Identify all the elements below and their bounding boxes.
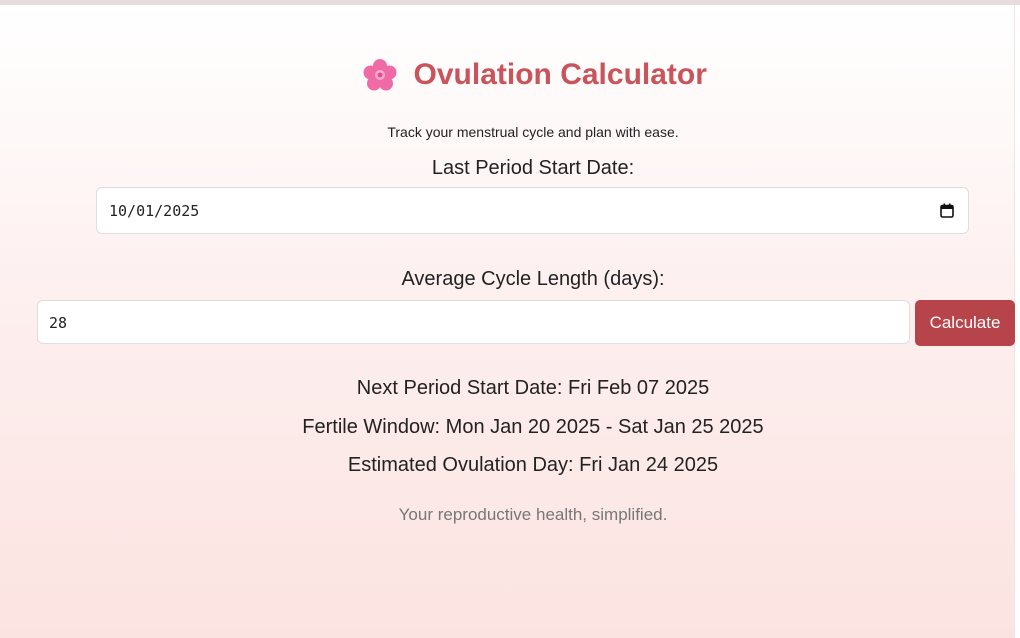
calendar-icon[interactable] [940, 203, 954, 218]
last-period-date-input[interactable]: 10/01/2025 [96, 187, 969, 234]
cycle-input-value: 28 [49, 314, 68, 332]
date-input-value: 10/01/2025 [109, 202, 200, 220]
page-title: Ovulation Calculator [413, 58, 707, 91]
cherry-blossom-icon [363, 59, 397, 91]
cycle-length-label: Average Cycle Length (days): [401, 268, 665, 290]
ovulation-day-result: Estimated Ovulation Day: Fri Jan 24 2025 [347, 454, 719, 476]
page-subtitle: Track your menstrual cycle and plan with… [387, 124, 679, 140]
footer-tagline: Your reproductive health, simplified. [398, 505, 668, 524]
next-period-result: Next Period Start Date: Fri Feb 07 2025 [356, 377, 710, 399]
date-label: Last Period Start Date: [431, 157, 635, 179]
page-header: Ovulation Calculator [0, 58, 1020, 92]
fertile-window-result: Fertile Window: Mon Jan 20 2025 - Sat Ja… [302, 416, 764, 438]
cycle-length-input[interactable]: 28 [37, 300, 910, 344]
calculate-button[interactable]: Calculate [915, 300, 1015, 346]
